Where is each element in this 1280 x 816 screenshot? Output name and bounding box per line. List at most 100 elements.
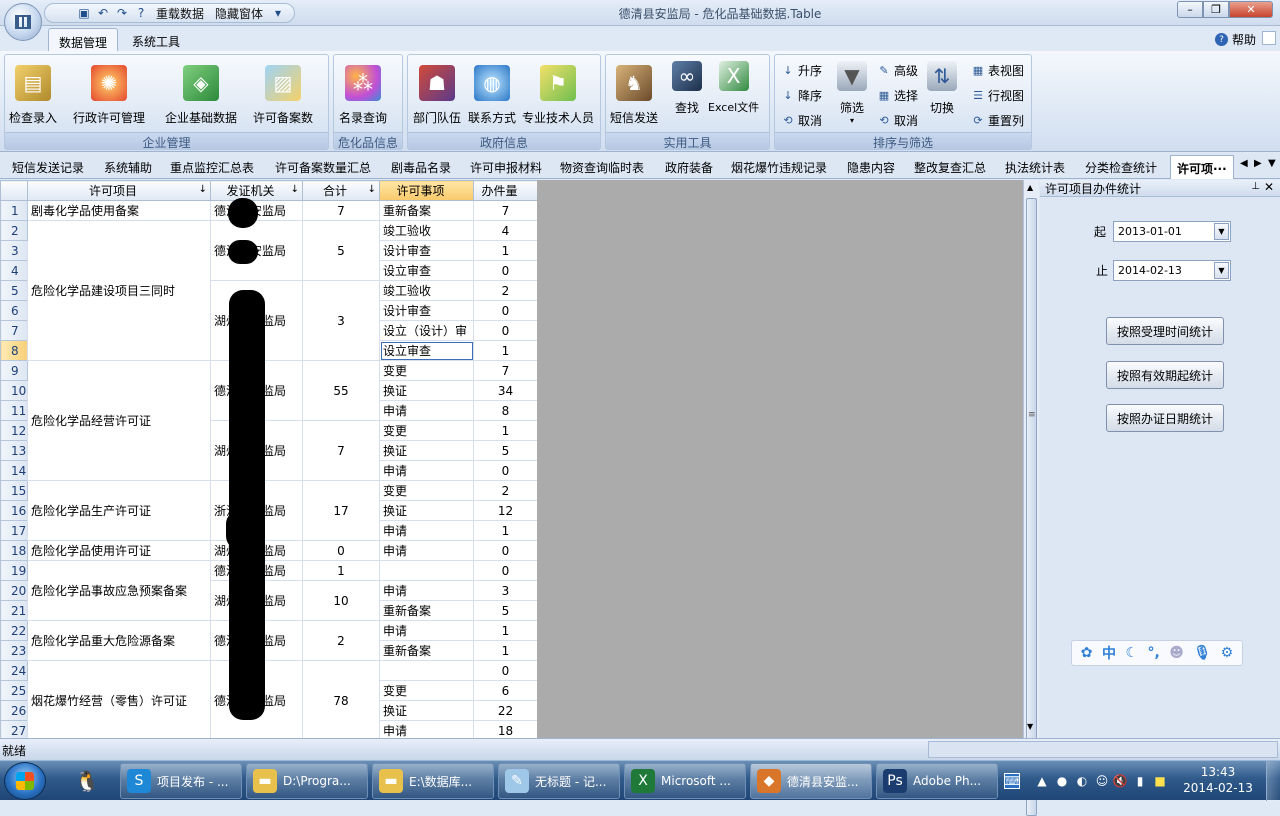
taskbar-item[interactable]: Ps Adobe Ph... (876, 763, 998, 799)
volume-muted-icon[interactable]: 🔇 (1112, 773, 1128, 789)
doc-tab[interactable]: 烟花爆竹违规记录 (731, 159, 827, 176)
directory-query-button[interactable]: ⁂ 名录查询 (339, 59, 387, 126)
row-number[interactable]: 1 (0, 200, 28, 221)
col-header-issuer[interactable]: 发证机关 ↓ (210, 180, 303, 201)
cell-count[interactable]: 12 (473, 500, 537, 521)
doc-tab-active[interactable]: 许可项··· (1170, 155, 1234, 179)
cell-matter[interactable]: 竣工验收 (379, 280, 474, 301)
help-button[interactable]: ? 帮助 (1214, 31, 1256, 48)
tab-scroll-left-icon[interactable]: ◀ (1240, 158, 1248, 169)
row-number[interactable]: 2 (0, 220, 28, 241)
taskbar-item[interactable]: X Microsoft ... (624, 763, 746, 799)
table-row[interactable]: 18危险化学品使用许可证湖州市安监局0申请0 (0, 540, 537, 561)
cell-count[interactable]: 1 (473, 620, 537, 641)
taskbar-item[interactable]: S 项目发布 - ... (120, 763, 242, 799)
vertical-scrollbar[interactable]: ▲ ≡ ▼ (1023, 180, 1039, 816)
row-number[interactable]: 6 (0, 300, 28, 321)
doc-tab[interactable]: 系统辅助 (104, 159, 152, 176)
cell-matter[interactable]: 变更 (379, 360, 474, 381)
doc-tab[interactable]: 分类检查统计 (1085, 159, 1157, 176)
cell-matter[interactable]: 换证 (379, 380, 474, 401)
cell-matter[interactable]: 换证 (379, 440, 474, 461)
row-number[interactable]: 9 (0, 360, 28, 381)
stat-by-accept-time-button[interactable]: 按照受理时间统计 (1106, 317, 1224, 345)
advanced-filter-button[interactable]: ✎ 高级 (877, 60, 918, 80)
sort-arrow-icon[interactable]: ↓ (368, 184, 376, 195)
ime-mode-indicator[interactable]: 中 (1102, 643, 1116, 663)
cell-count[interactable]: 1 (473, 520, 537, 541)
sort-arrow-icon[interactable]: ↓ (199, 184, 207, 195)
cell-matter[interactable]: 重新备案 (379, 200, 474, 221)
cell-matter[interactable]: 申请 (379, 520, 474, 541)
taskbar-item[interactable]: ▬ D:\Progra... (246, 763, 368, 799)
department-team-button[interactable]: ☗ 部门队伍 (413, 59, 461, 126)
cell-matter[interactable]: 换证 (379, 500, 474, 521)
scroll-up-icon[interactable]: ▲ (1027, 183, 1033, 192)
cell-count[interactable]: 1 (473, 240, 537, 261)
col-header-item[interactable]: 许可项目 ↓ (27, 180, 211, 201)
sort-ascending-button[interactable]: ↓ 升序 (781, 60, 822, 80)
table-row[interactable]: 24烟花爆竹经营（零售）许可证德清县安监局780 (0, 660, 537, 738)
moon-icon[interactable]: ☾ (1125, 645, 1138, 661)
taskbar-item[interactable]: ✎ 无标题 - 记... (498, 763, 620, 799)
cell-matter[interactable] (379, 560, 474, 581)
row-number[interactable]: 15 (0, 480, 28, 501)
dropdown-arrow-icon[interactable]: ▼ (1214, 223, 1229, 240)
cell-count[interactable]: 8 (473, 400, 537, 421)
splitter-grip-icon[interactable]: ≡ (1028, 410, 1036, 420)
tab-scroll-right-icon[interactable]: ▶ (1254, 158, 1262, 169)
cell-matter[interactable]: 设计审查 (379, 240, 474, 261)
filter-button[interactable]: ▼ 筛选 ▾ (837, 55, 867, 125)
from-date-picker[interactable]: 2013-01-01 ▼ (1113, 221, 1231, 242)
cell-total[interactable]: 3 (302, 280, 380, 361)
send-sms-button[interactable]: ♞ 短信发送 (610, 59, 658, 126)
table-row[interactable]: 9危险化学品经营许可证德清县安监局55变更7 (0, 360, 537, 481)
row-number[interactable]: 11 (0, 400, 28, 421)
col-header-total[interactable]: 合计 ↓ (302, 180, 380, 201)
maximize-button[interactable]: ❐ (1203, 1, 1229, 18)
row-number[interactable]: 8 (0, 340, 28, 361)
taskbar-item[interactable]: ▬ E:\数据库... (372, 763, 494, 799)
reset-columns-button[interactable]: ⟳ 重置列 (971, 110, 1024, 130)
cell-matter[interactable]: 重新备案 (379, 640, 474, 661)
cell-total[interactable]: 7 (302, 200, 380, 221)
cell-count[interactable]: 5 (473, 600, 537, 621)
cell-item[interactable]: 危险化学品生产许可证 (27, 480, 211, 541)
security-icon[interactable]: ◐ (1074, 773, 1090, 789)
to-date-picker[interactable]: 2014-02-13 ▼ (1113, 260, 1231, 281)
cell-matter[interactable]: 设立审查 (379, 260, 474, 281)
cell-count[interactable]: 7 (473, 360, 537, 381)
ime-tray-icon[interactable]: ☺ (1094, 773, 1110, 789)
cell-matter[interactable]: 设计审查 (379, 300, 474, 321)
minimize-button[interactable]: – (1177, 1, 1203, 18)
clear-filter-button[interactable]: ⟲ 取消 (877, 110, 918, 130)
notes-icon[interactable]: ■ (1152, 773, 1168, 789)
doc-tab[interactable]: 剧毒品名录 (391, 159, 451, 176)
technical-staff-button[interactable]: ⚑ 专业技术人员 (522, 59, 594, 126)
selection-filter-button[interactable]: ▦ 选择 (877, 85, 918, 105)
cell-count[interactable]: 5 (473, 440, 537, 461)
row-number[interactable]: 5 (0, 280, 28, 301)
cell-item[interactable]: 烟花爆竹经营（零售）许可证 (27, 660, 211, 738)
cell-matter[interactable]: 设立（设计）审 (379, 320, 474, 341)
row-number[interactable]: 25 (0, 680, 28, 701)
row-number[interactable]: 4 (0, 260, 28, 281)
row-number[interactable]: 14 (0, 460, 28, 481)
cell-count[interactable]: 0 (473, 320, 537, 341)
cell-matter[interactable]: 变更 (379, 480, 474, 501)
row-number[interactable]: 20 (0, 580, 28, 601)
network-icon[interactable]: ▮ (1132, 773, 1148, 789)
table-view-button[interactable]: ▦ 表视图 (971, 60, 1024, 80)
col-header-count[interactable]: 办件量 (473, 180, 537, 201)
doc-tab[interactable]: 执法统计表 (1005, 159, 1065, 176)
corner-header[interactable] (0, 180, 28, 201)
col-header-matter[interactable]: 许可事项 (379, 180, 474, 201)
row-number[interactable]: 16 (0, 500, 28, 521)
cell-total[interactable]: 7 (302, 420, 380, 481)
cell-count[interactable]: 0 (473, 300, 537, 321)
cell-matter[interactable]: 申请 (379, 460, 474, 481)
qq-tray-icon[interactable]: ● (1054, 773, 1070, 789)
cell-total[interactable]: 5 (302, 220, 380, 281)
taskbar-item-active[interactable]: ◆ 德清县安监... (750, 763, 872, 799)
row-number[interactable]: 24 (0, 660, 28, 681)
